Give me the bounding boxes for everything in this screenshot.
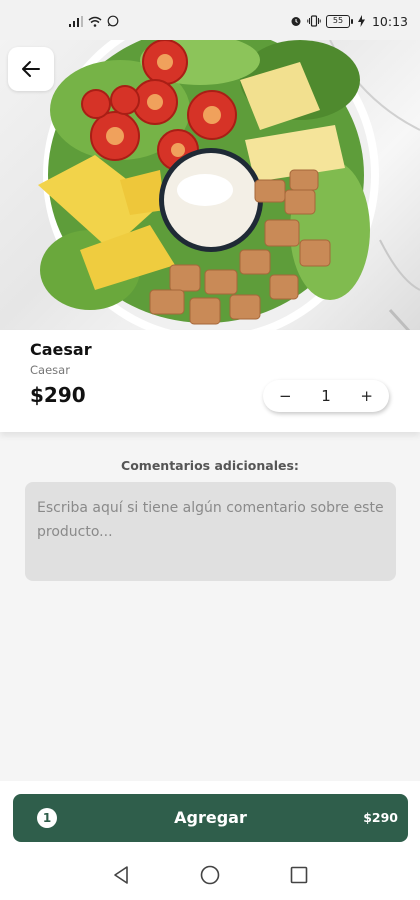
product-subtitle: Caesar (30, 363, 70, 377)
square-recents-icon (290, 866, 308, 884)
wifi-icon (88, 16, 102, 27)
quantity-stepper: − 1 + (263, 380, 389, 412)
quantity-value: 1 (321, 387, 331, 405)
add-button-total: $290 (363, 810, 398, 825)
back-button[interactable] (8, 47, 54, 91)
item-count-badge: 1 (37, 808, 57, 828)
product-card: Caesar Caesar $290 − 1 + (0, 330, 420, 432)
triangle-back-icon (114, 866, 128, 884)
comments-input[interactable] (25, 482, 396, 581)
nav-home-button[interactable] (200, 865, 220, 885)
status-bar: 55 10:13 (0, 0, 420, 42)
nav-back-button[interactable] (112, 865, 130, 885)
whatsapp-icon (107, 15, 119, 27)
salad-illustration (38, 40, 420, 332)
product-name: Caesar (30, 340, 92, 359)
clock-time: 10:13 (371, 13, 408, 29)
signal-icon (69, 15, 83, 27)
add-button-label: Agregar (174, 808, 247, 827)
vibrate-icon (307, 15, 321, 27)
alarm-icon (290, 15, 302, 27)
comments-label: Comentarios adicionales: (121, 458, 299, 473)
product-price: $290 (30, 383, 86, 407)
add-to-cart-button[interactable]: Agregar 1 $290 (13, 794, 408, 842)
system-nav-bar (0, 850, 420, 900)
product-image (0, 40, 420, 332)
charging-icon (357, 15, 365, 27)
arrow-left-icon (22, 61, 40, 77)
decrement-button[interactable]: − (279, 387, 292, 405)
circle-home-icon (200, 865, 220, 885)
increment-button[interactable]: + (360, 387, 373, 405)
nav-recents-button[interactable] (290, 866, 308, 884)
battery-indicator: 55 (325, 14, 353, 28)
